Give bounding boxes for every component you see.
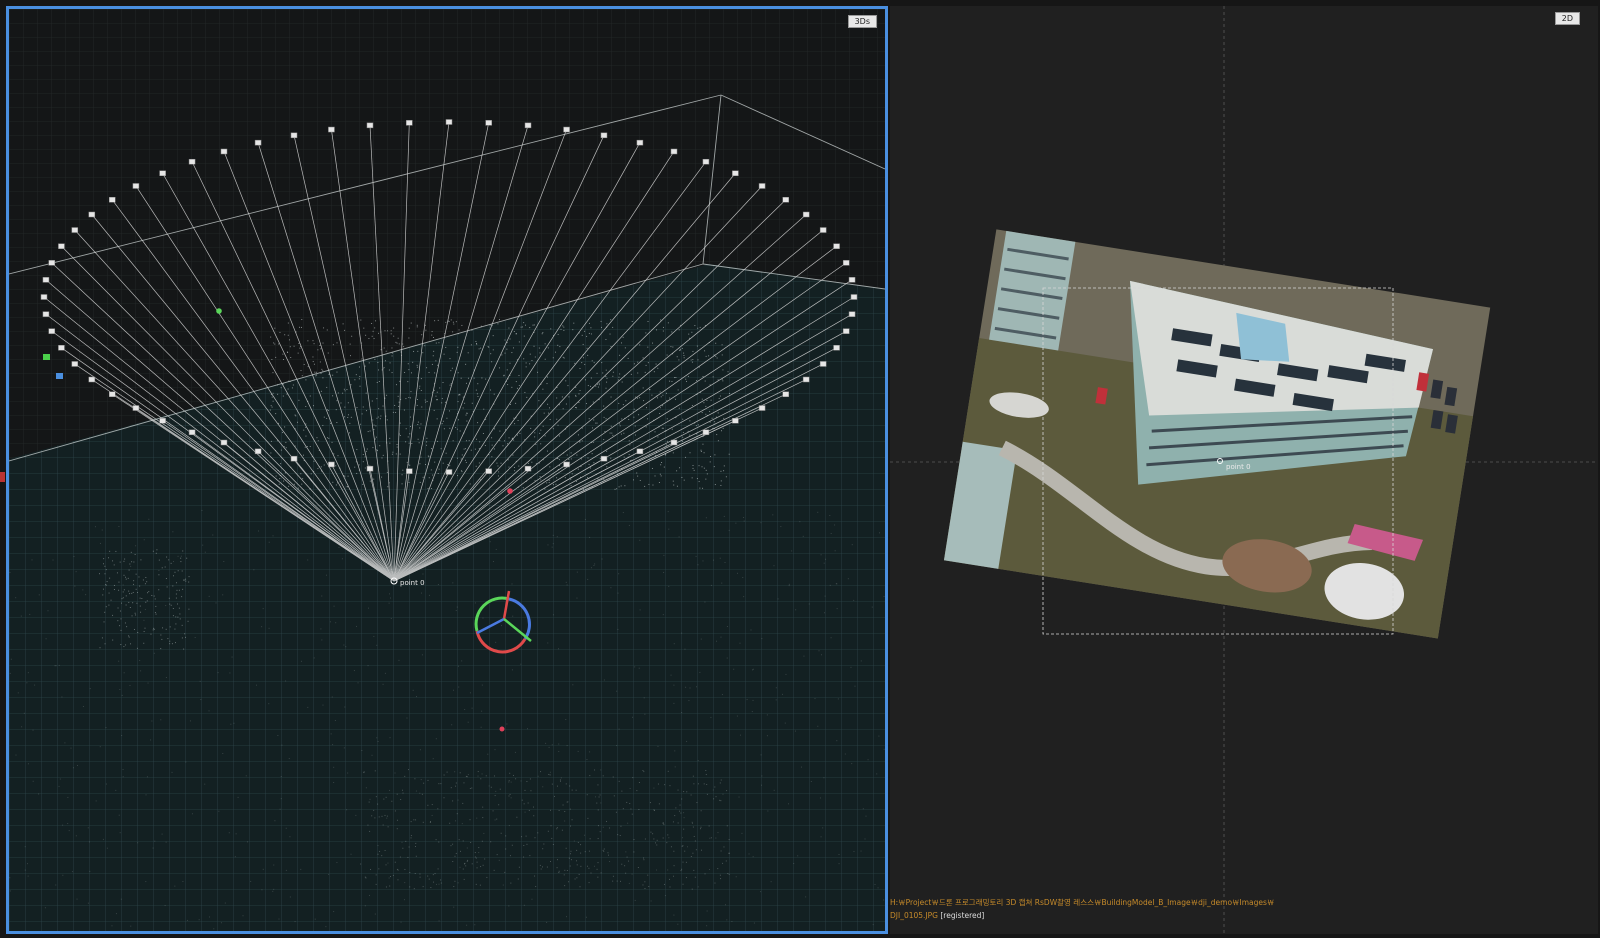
camera-frustum-icon[interactable] bbox=[848, 311, 856, 317]
camera-frustum-icon[interactable] bbox=[670, 148, 678, 155]
camera-frustum-icon[interactable] bbox=[819, 361, 827, 367]
image-file-info: DJI_0105.JPG [registered] bbox=[890, 911, 984, 920]
marker-green[interactable] bbox=[216, 308, 222, 314]
image-filename: DJI_0105.JPG bbox=[890, 911, 938, 920]
camera-frustum-icon[interactable] bbox=[290, 455, 298, 462]
camera-frustum-icon[interactable] bbox=[732, 170, 739, 177]
camera-frustum-icon[interactable] bbox=[42, 311, 50, 317]
camera-frustum-icon[interactable] bbox=[220, 439, 228, 446]
camera-frustum-icon[interactable] bbox=[58, 345, 65, 351]
camera-frustum-icon[interactable] bbox=[366, 465, 374, 472]
camera-frustum-icon[interactable] bbox=[485, 120, 492, 126]
camera-frustum-icon[interactable] bbox=[636, 139, 644, 146]
camera-frustum-icon[interactable] bbox=[842, 328, 850, 334]
camera-frustum-icon[interactable] bbox=[109, 391, 116, 397]
camera-frustum-icon[interactable] bbox=[71, 227, 79, 233]
camera-frustum-icon[interactable] bbox=[702, 158, 710, 165]
aerial-photo[interactable] bbox=[943, 229, 1491, 639]
camera-frustum-icon[interactable] bbox=[254, 139, 262, 146]
camera-selected-green[interactable] bbox=[43, 354, 50, 360]
camera-frustum-icon[interactable] bbox=[109, 197, 116, 203]
camera-frustum-icon[interactable] bbox=[782, 197, 789, 203]
camera-frustum-icon[interactable] bbox=[159, 170, 166, 177]
camera-frustum-icon[interactable] bbox=[802, 211, 810, 218]
camera-frustum-icon[interactable] bbox=[732, 417, 739, 424]
point-0-label: point 0 bbox=[400, 579, 425, 587]
camera-frustum-icon[interactable] bbox=[406, 468, 413, 474]
camera-frustum-icon[interactable] bbox=[328, 126, 335, 133]
camera-frustum-icon[interactable] bbox=[833, 345, 840, 351]
camera-frustum-icon[interactable] bbox=[842, 260, 850, 266]
camera-frustum-icon[interactable] bbox=[445, 469, 453, 475]
camera-frustum-icon[interactable] bbox=[88, 211, 96, 218]
scene-3d[interactable]: point 0 bbox=[9, 9, 885, 931]
camera-frustum-icon[interactable] bbox=[819, 227, 827, 233]
camera-frustum-icon[interactable] bbox=[782, 391, 789, 397]
camera-frustum-icon[interactable] bbox=[290, 132, 298, 139]
camera-frustum-icon[interactable] bbox=[159, 417, 166, 424]
camera-frustum-icon[interactable] bbox=[254, 448, 262, 455]
camera-frustum-icon[interactable] bbox=[132, 405, 140, 411]
camera-frustum-icon[interactable] bbox=[328, 461, 335, 468]
marker-red[interactable] bbox=[507, 488, 513, 494]
camera-frustum-icon[interactable] bbox=[600, 455, 608, 462]
camera-frustum-icon[interactable] bbox=[833, 243, 840, 249]
camera-frustum-icon[interactable] bbox=[220, 148, 228, 155]
camera-frustum-icon[interactable] bbox=[802, 376, 810, 383]
camera-frustum-icon[interactable] bbox=[48, 328, 56, 334]
marker-red-lower[interactable] bbox=[499, 726, 505, 732]
camera-frustum-icon[interactable] bbox=[636, 448, 644, 455]
image-status: [registered] bbox=[940, 911, 985, 920]
camera-frustum-icon[interactable] bbox=[188, 429, 196, 436]
camera-frustum-icon[interactable] bbox=[524, 465, 532, 472]
camera-frustum-icon[interactable] bbox=[600, 132, 608, 139]
camera-frustum-icon[interactable] bbox=[524, 122, 532, 129]
camera-frustum-icon[interactable] bbox=[188, 158, 196, 165]
camera-selected-blue[interactable] bbox=[56, 373, 63, 379]
camera-frustum-icon[interactable] bbox=[758, 183, 766, 189]
viewport-mode-badge[interactable]: 3Ds bbox=[847, 15, 877, 28]
camera-frustum-icon[interactable] bbox=[445, 119, 453, 125]
camera-frustum-icon[interactable] bbox=[71, 361, 79, 367]
image-view-2d[interactable]: point 0 bbox=[890, 6, 1598, 934]
camera-frustum-icon[interactable] bbox=[485, 468, 492, 474]
camera-frustum-icon[interactable] bbox=[563, 461, 570, 468]
camera-frustum-icon[interactable] bbox=[850, 294, 858, 300]
point-0-label-2d: point 0 bbox=[1226, 463, 1251, 471]
camera-frustum-icon[interactable] bbox=[406, 120, 413, 126]
camera-frustum-icon[interactable] bbox=[848, 277, 856, 283]
camera-frustum-icon[interactable] bbox=[758, 405, 766, 411]
camera-frustum-icon[interactable] bbox=[702, 429, 710, 436]
camera-frustum-icon[interactable] bbox=[563, 126, 570, 133]
camera-frustum-icon[interactable] bbox=[88, 376, 96, 383]
image-path: H:￦Project￦드론 프로그래밍토리 3D 캡쳐 RsDW촬영 레스스￦B… bbox=[890, 898, 1275, 907]
camera-frustum-icon[interactable] bbox=[40, 294, 48, 300]
viewport-3d[interactable]: point 0 3Ds bbox=[6, 6, 888, 934]
camera-frustum-icon[interactable] bbox=[366, 122, 374, 129]
camera-frustum-icon[interactable] bbox=[132, 183, 140, 189]
camera-frustum-icon[interactable] bbox=[48, 260, 56, 266]
viewport-mode-badge-2d[interactable]: 2D bbox=[1554, 12, 1580, 25]
camera-frustum-icon[interactable] bbox=[58, 243, 65, 249]
camera-frustum-icon[interactable] bbox=[42, 277, 50, 283]
side-marker bbox=[0, 472, 5, 482]
viewport-2d[interactable]: point 0 2D H:￦Project￦드론 프로그래밍토리 3D 캡쳐 R… bbox=[890, 6, 1598, 934]
camera-frustum-icon[interactable] bbox=[670, 439, 678, 446]
